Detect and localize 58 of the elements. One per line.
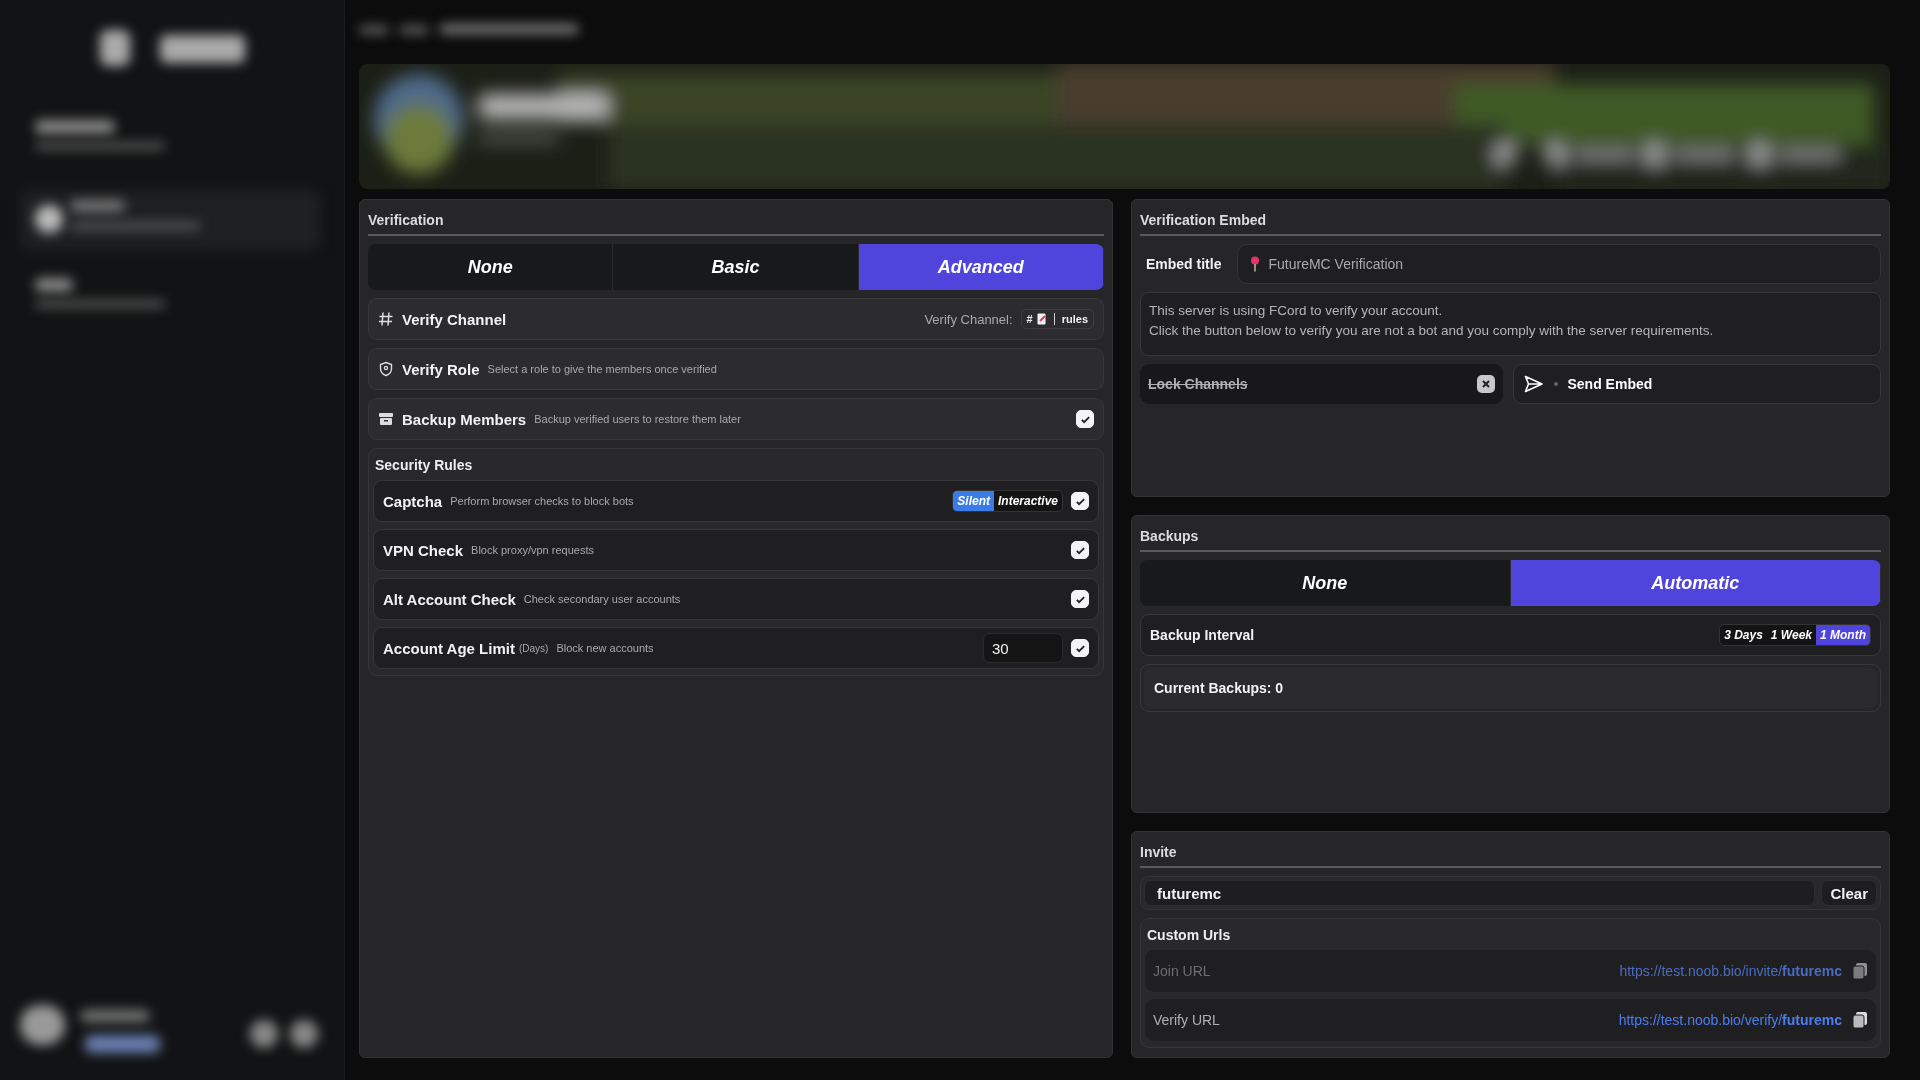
checkbox[interactable]: [1071, 541, 1089, 559]
url-label: Join URL: [1153, 963, 1211, 979]
archive-icon: [378, 411, 394, 427]
rule-description: Block proxy/vpn requests: [471, 544, 594, 556]
rule-label: VPN Check: [383, 541, 464, 559]
captcha-mode-option[interactable]: Interactive: [993, 491, 1062, 511]
mode-tab[interactable]: None: [1140, 560, 1511, 606]
field-label: Embed title: [1145, 256, 1223, 272]
rule-label: Alt Account Check: [383, 590, 516, 608]
row-label: Backup Interval: [1150, 627, 1255, 643]
clear-icon[interactable]: [1476, 375, 1495, 393]
number-input[interactable]: 30: [983, 633, 1063, 663]
row-label: Verify Channel: [402, 310, 507, 328]
interval-option[interactable]: 1 Month: [1816, 625, 1870, 645]
section-title: Security Rules: [374, 456, 474, 473]
pin-icon: [1250, 256, 1261, 272]
shield-icon: [378, 361, 394, 377]
url-label: Verify URL: [1153, 1012, 1220, 1028]
interval-option[interactable]: 3 Days: [1720, 625, 1767, 645]
row-description: Select a role to give the members once verified: [487, 363, 717, 375]
rule-label: Captcha: [383, 492, 443, 510]
send-icon: [1523, 375, 1544, 393]
lock-channels-field[interactable]: Lock Channels: [1140, 364, 1503, 404]
row-label: Backup Members: [402, 410, 527, 428]
checkbox[interactable]: [1071, 492, 1089, 510]
checkbox[interactable]: [1071, 590, 1089, 608]
row-description: Backup verified users to restore them later: [534, 413, 741, 425]
rule-description: Block new accounts: [556, 642, 654, 654]
panel-title: Verification Embed: [1140, 208, 1881, 236]
checkbox[interactable]: [1071, 639, 1089, 657]
panel-title: Backups: [1140, 524, 1881, 552]
mode-tab[interactable]: Automatic: [1510, 560, 1881, 606]
hash-icon: [378, 311, 394, 327]
embed-message-field[interactable]: This server is using FCord to verify your account. Click the button below to verify you are not a bot and you comply with the server requirements.: [1140, 292, 1881, 356]
current-backups-text: Current Backups: 0: [1144, 668, 1877, 708]
clear-button[interactable]: Clear: [1821, 880, 1877, 906]
url-link[interactable]: https://test.noob.bio/verify/futuremc: [1618, 1012, 1842, 1028]
copy-icon[interactable]: [1852, 1011, 1868, 1029]
memo-icon: [1036, 313, 1047, 325]
row-label: Verify Role: [402, 360, 480, 378]
unit-label: (Days): [518, 642, 549, 654]
channel-chip[interactable]: # rules: [1020, 309, 1094, 329]
rule-description: Check secondary user accounts: [523, 593, 681, 605]
interval-option[interactable]: 1 Week: [1766, 625, 1816, 645]
embed-title-field[interactable]: FutureMC Verification: [1237, 244, 1881, 284]
panel-title: Verification: [368, 208, 1104, 236]
mode-tab[interactable]: None: [368, 244, 614, 290]
invite-code-field[interactable]: futuremc: [1144, 880, 1816, 906]
captcha-mode-option[interactable]: Silent: [953, 491, 994, 511]
rule-description: Perform browser checks to block bots: [450, 495, 634, 507]
row-hint: Verify Channel:: [924, 311, 1013, 327]
checkbox[interactable]: [1076, 410, 1094, 428]
panel-title: Invite: [1140, 840, 1881, 868]
send-embed-button[interactable]: Send Embed: [1512, 364, 1881, 404]
mode-tab[interactable]: Advanced: [858, 244, 1104, 290]
section-title: Custom Urls: [1146, 926, 1232, 943]
rule-label: Account Age Limit: [383, 639, 515, 657]
mode-tab[interactable]: Basic: [613, 244, 859, 290]
